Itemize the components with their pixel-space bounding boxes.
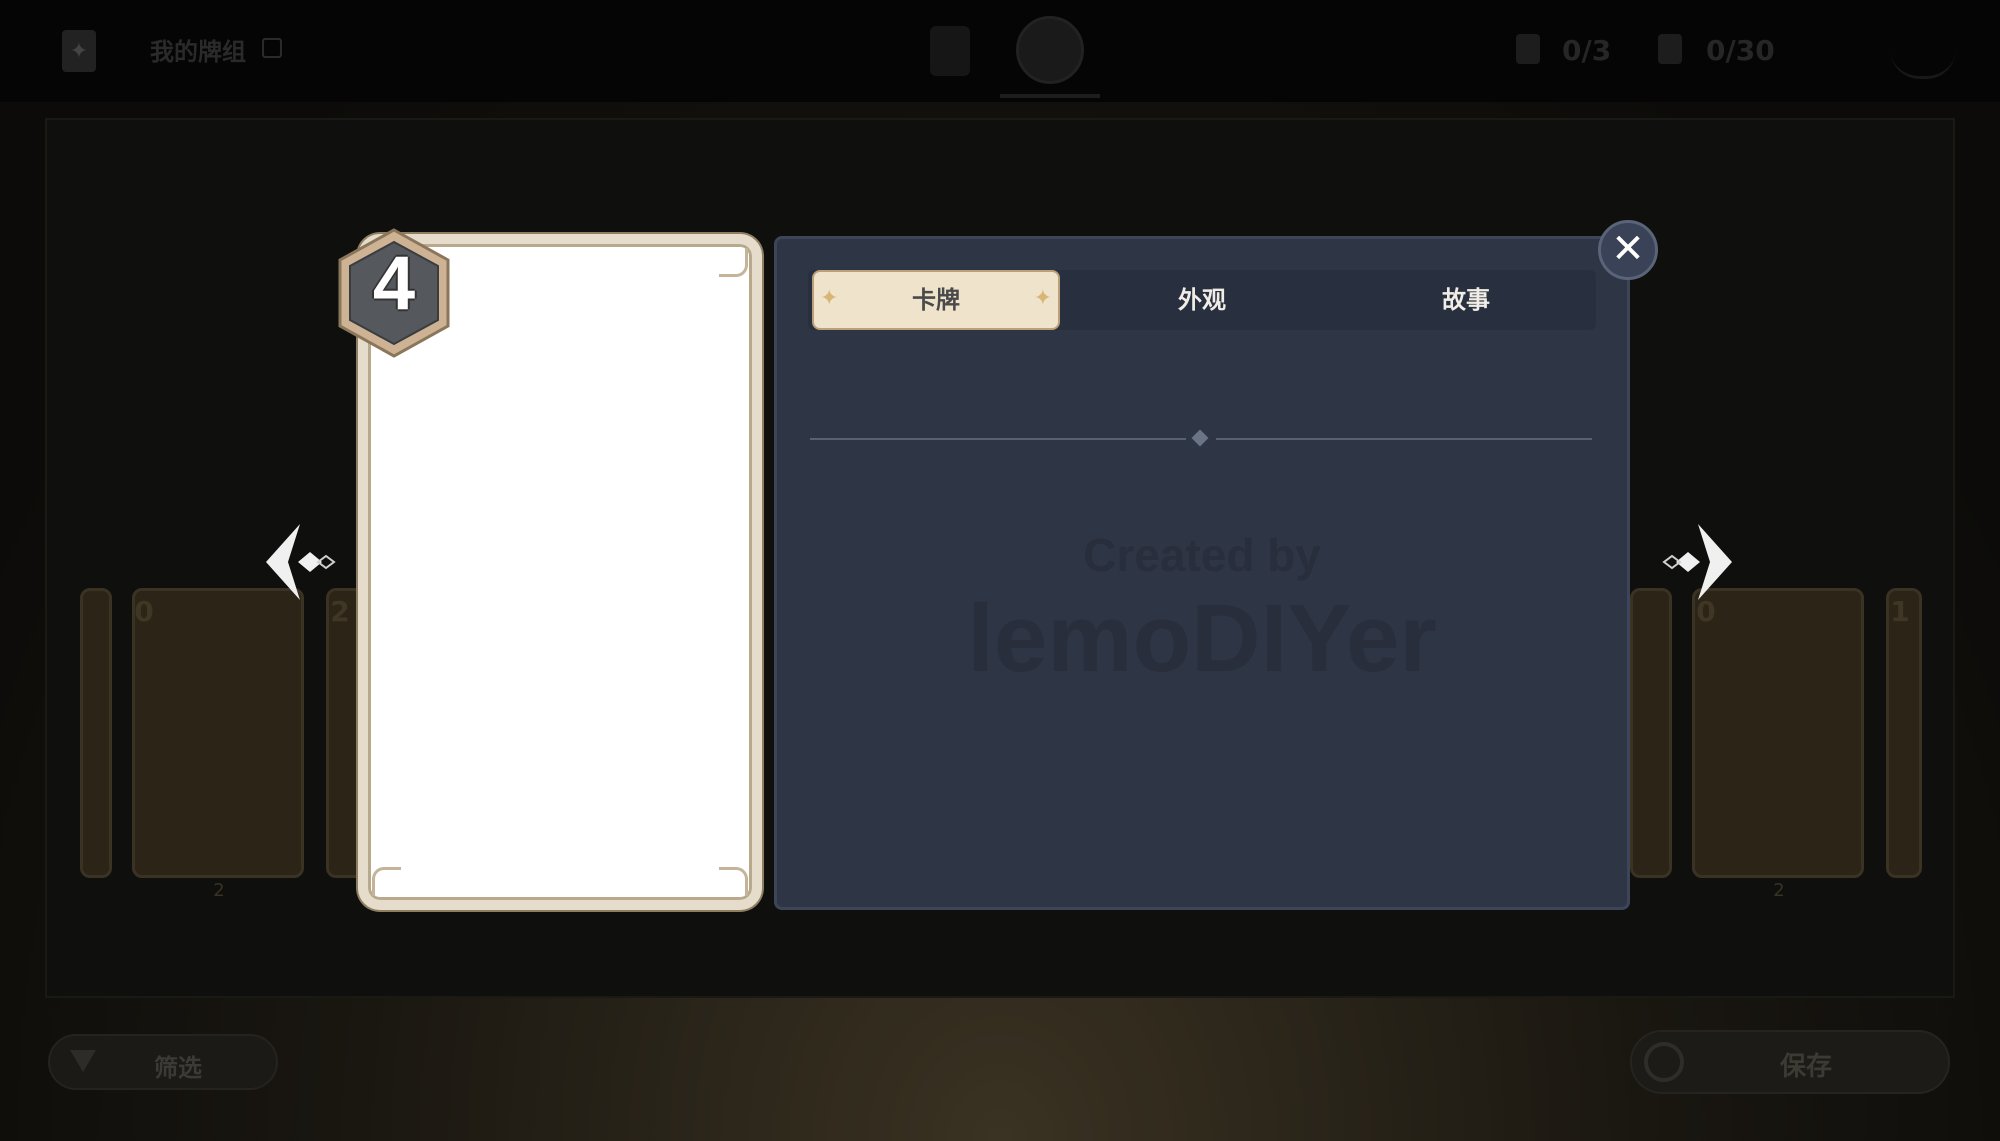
watermark-line-2: lemoDIYer	[967, 585, 1437, 692]
save-icon	[1644, 1042, 1684, 1082]
tab-card[interactable]: ✦ 卡牌 ✦	[812, 270, 1060, 330]
list-item[interactable]	[1630, 588, 1672, 878]
filter-label: 筛选	[154, 1054, 202, 1082]
close-icon: ✕	[1611, 226, 1645, 272]
filter-icon	[70, 1050, 96, 1072]
tab-story-label: 故事	[1442, 286, 1490, 314]
star-icon: ✦	[820, 286, 839, 311]
character-count: 0/3	[1562, 34, 1612, 67]
detail-tabs: ✦ 卡牌 ✦ 外观 故事	[808, 270, 1596, 330]
list-item[interactable]	[80, 588, 112, 878]
tab-underline	[1000, 94, 1100, 98]
deck-name[interactable]: 我的牌组	[150, 32, 246, 67]
card-cost: 1	[1890, 595, 1910, 628]
character-count-icon	[1516, 34, 1540, 64]
card-cost: 0	[134, 595, 154, 628]
card-sub-value: 2	[1773, 880, 1785, 901]
card-cost-value: 4	[372, 241, 416, 326]
menu-button[interactable]	[1890, 0, 1956, 79]
close-button[interactable]: ✕	[1598, 220, 1658, 280]
card-sub-value: 2	[213, 880, 225, 901]
next-arrow-icon[interactable]	[1656, 520, 1740, 604]
save-button[interactable]: 保存	[1630, 1030, 1950, 1094]
save-label: 保存	[1780, 1052, 1833, 1082]
watermark-line-1: Created by	[1083, 529, 1321, 581]
tab-appearance[interactable]: 外观	[1078, 270, 1326, 330]
action-count-icon	[1658, 34, 1682, 64]
filter-button[interactable]: 筛选	[48, 1034, 278, 1090]
action-count: 0/30	[1706, 34, 1775, 67]
card-corner	[719, 867, 748, 896]
card-corner	[719, 248, 748, 277]
tab-card-label: 卡牌	[912, 286, 960, 314]
edit-icon[interactable]	[262, 38, 282, 58]
deck-icon[interactable]: ✦	[62, 30, 96, 72]
card-corner	[372, 867, 401, 896]
top-bar: ✦ 我的牌组 0/3 0/30	[0, 0, 2000, 102]
star-icon: ✦	[1033, 286, 1052, 311]
tab-story[interactable]: 故事	[1342, 270, 1590, 330]
tab-character-cards[interactable]	[930, 26, 970, 76]
prev-arrow-icon[interactable]	[258, 520, 342, 604]
tab-action-cards[interactable]	[1016, 16, 1084, 84]
tab-appearance-label: 外观	[1178, 286, 1226, 314]
